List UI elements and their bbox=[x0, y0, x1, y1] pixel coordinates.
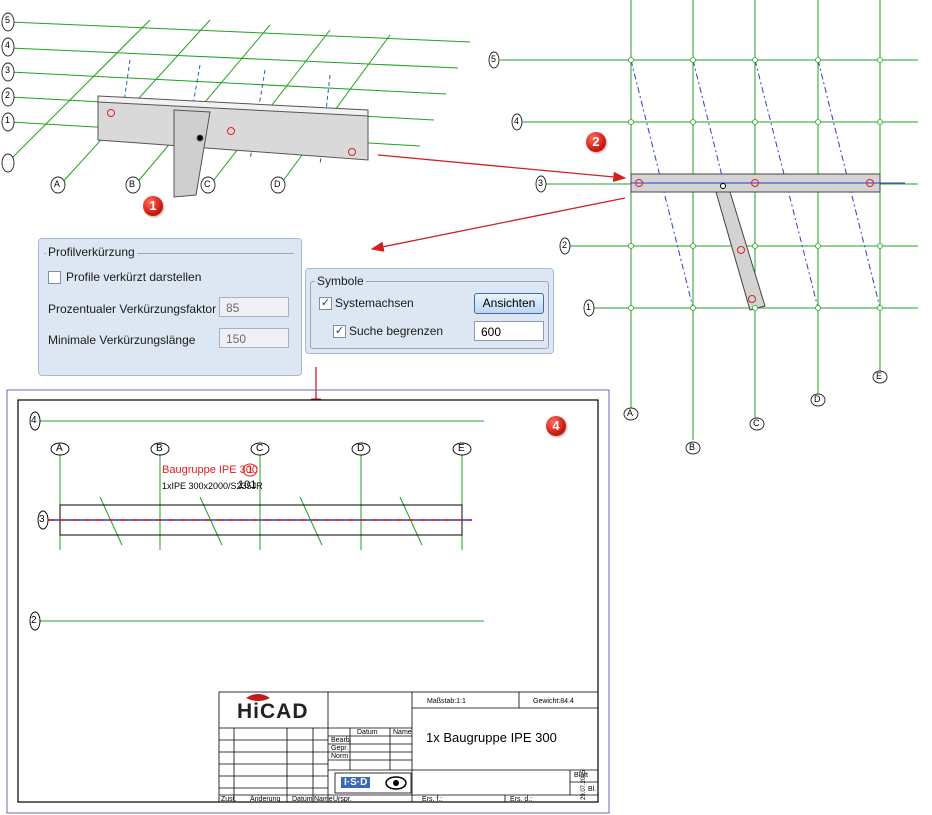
shorten-profiles-checkbox[interactable] bbox=[48, 271, 61, 284]
min-length-label: Minimale Verkürzungslänge bbox=[48, 333, 196, 347]
symbols-group-title: Symbole bbox=[315, 273, 366, 289]
step-badge-2: 2 bbox=[586, 132, 606, 152]
shorten-profiles-label: Profile verkürzt darstellen bbox=[66, 270, 202, 284]
limit-search-input[interactable]: 600 bbox=[474, 321, 544, 341]
plan-view-bubbles bbox=[488, 51, 888, 455]
arrow-view2-to-settings bbox=[370, 197, 626, 252]
arrow-view1-to-view2 bbox=[377, 154, 627, 183]
system-axes-label: Systemachsen bbox=[335, 296, 414, 310]
profile-group-title: Profilverkürzung bbox=[46, 244, 137, 260]
factor-input[interactable]: 85 bbox=[219, 297, 289, 317]
symbols-panel: Symbole ✓ Systemachsen Ansichten ✓ Suche… bbox=[305, 268, 554, 354]
limit-search-label: Suche begrenzen bbox=[349, 324, 444, 338]
plan-view-grid bbox=[500, 0, 918, 440]
min-length-input[interactable]: 150 bbox=[219, 328, 289, 348]
system-axes-checkbox[interactable]: ✓ bbox=[319, 297, 332, 310]
isometric-view bbox=[9, 19, 471, 186]
sheet-frame bbox=[17, 399, 599, 803]
profile-shortening-panel: Profilverkürzung Profile verkürzt darste… bbox=[38, 238, 302, 376]
step-badge-4: 4 bbox=[546, 416, 566, 436]
factor-label: Prozentualer Verkürzungsfaktor bbox=[48, 302, 217, 316]
limit-search-checkbox[interactable]: ✓ bbox=[333, 325, 346, 338]
views-button[interactable]: Ansichten bbox=[474, 293, 544, 314]
cad-canvas bbox=[1, 0, 918, 814]
step-badge-1: 1 bbox=[143, 196, 163, 216]
